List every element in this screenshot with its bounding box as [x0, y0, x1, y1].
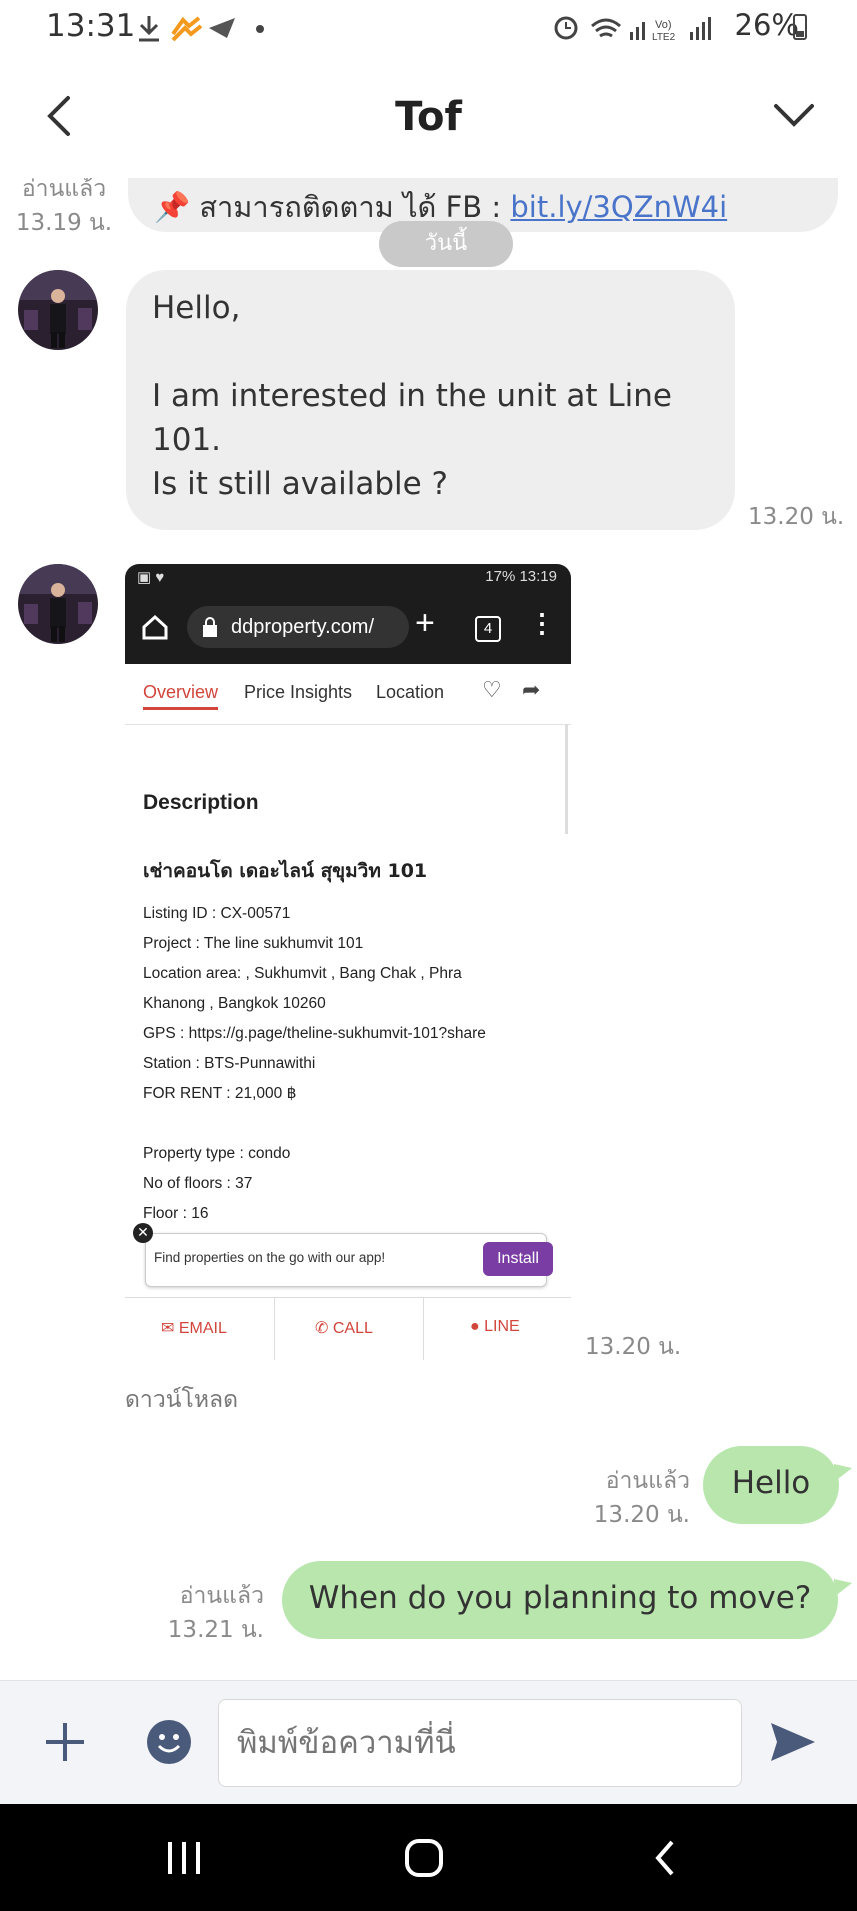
system-nav-bar: [0, 1804, 857, 1911]
battery-percent: 26%: [734, 8, 799, 42]
shot-browser-bar: ▣ ♥ 17% 13:19 ddproperty.com/ + 4 ⋮: [125, 564, 571, 664]
chevron-down-icon[interactable]: [772, 98, 816, 132]
incoming-message-text: Hello, I am interested in the unit at Li…: [152, 290, 672, 502]
recents-icon[interactable]: [164, 1840, 204, 1876]
bubble-tail: [834, 1579, 852, 1597]
chat-title: Tof: [395, 94, 462, 140]
shot-tab: Price Insights: [244, 682, 353, 702]
status-bar: 13:31 Vo) LTE2 26%: [0, 0, 857, 56]
avatar-image: [18, 564, 98, 644]
chat-area[interactable]: อ่านแล้ว 13.19 น. 📌 สามารถติดตาม ได้ FB …: [0, 178, 857, 1680]
system-icons: Vo) LTE2: [554, 16, 711, 43]
battery-icon: [793, 14, 807, 40]
shot-share-icon: ➦: [522, 678, 541, 703]
date-chip: วันนี้: [379, 221, 513, 267]
image-message[interactable]: ▣ ♥ 17% 13:19 ddproperty.com/ + 4 ⋮ Over…: [125, 564, 571, 1360]
shot-url: ddproperty.com/: [187, 606, 409, 648]
outgoing-message-text: When do you planning to move?: [308, 1580, 812, 1616]
shot-heading: Description: [143, 791, 259, 814]
avatar[interactable]: [18, 564, 98, 644]
input-bar: [0, 1680, 857, 1805]
home-icon[interactable]: [404, 1838, 444, 1878]
shot-tabs: Overview Price Insights Location ♡ ➦: [125, 664, 571, 725]
svg-text:Vo): Vo): [655, 19, 672, 31]
shot-tabs-count: 4: [475, 616, 501, 642]
shot-details: Listing ID : CX-00571 Project : The line…: [143, 905, 486, 1222]
shot-actions: ✉ EMAIL ✆ CALL ● LINE: [125, 1297, 571, 1360]
shot-lock-icon: [203, 617, 217, 637]
shot-line: ● LINE: [470, 1318, 520, 1335]
shot-tab: Location: [376, 682, 445, 702]
shot-install-button: Install: [483, 1242, 553, 1276]
shot-scrollbar: [565, 724, 568, 834]
svg-text:LTE2: LTE2: [652, 32, 676, 43]
download-link[interactable]: ดาวน์โหลด: [125, 1382, 238, 1418]
prev-message-meta: อ่านแล้ว 13.19 น.: [15, 178, 113, 236]
emoji-icon[interactable]: [146, 1719, 192, 1765]
outgoing-message-text: Hello: [731, 1465, 811, 1501]
shot-heart-icon: ♡: [482, 678, 502, 703]
image-message-time: 13.20 น.: [585, 1334, 682, 1360]
send-icon[interactable]: [769, 1721, 817, 1763]
status-time: 13:31: [46, 8, 136, 44]
avatar-image: [18, 270, 98, 350]
out1-meta: อ่านแล้ว 13.20 น.: [593, 1468, 690, 1528]
incoming-message-time: 13.20 น.: [748, 504, 845, 530]
nav-back-icon[interactable]: [650, 1838, 680, 1878]
shot-status-left: ▣ ♥: [137, 569, 165, 586]
out2-meta: อ่านแล้ว 13.21 น.: [167, 1583, 264, 1643]
shot-tab: Overview: [143, 682, 219, 710]
shot-thai-title: เช่าคอนโด เดอะไลน์ สุขุมวิท 101: [143, 860, 428, 882]
avatar[interactable]: [18, 270, 98, 350]
shot-call: ✆ CALL: [315, 1320, 373, 1337]
outgoing-message-bubble[interactable]: When do you planning to move?: [282, 1561, 838, 1639]
shot-banner-text: Find properties on the go with our app!: [154, 1250, 386, 1265]
notification-icons: [139, 16, 264, 42]
chat-header: Tof: [0, 56, 857, 179]
outgoing-message-bubble[interactable]: Hello: [703, 1446, 839, 1524]
shot-home-icon: [142, 614, 168, 640]
shot-menu-icon: ⋮: [529, 608, 555, 638]
shot-status: 17% 13:19: [485, 568, 557, 585]
shot-email: ✉ EMAIL: [161, 1320, 227, 1337]
plus-icon[interactable]: [44, 1721, 86, 1763]
message-input[interactable]: [218, 1699, 742, 1787]
shot-plus-icon: +: [415, 604, 435, 642]
shot-close-icon: ✕: [133, 1223, 153, 1243]
prev-message-link[interactable]: bit.ly/3QZnW4i: [510, 190, 727, 224]
incoming-message-bubble[interactable]: Hello, I am interested in the unit at Li…: [126, 270, 735, 530]
bubble-tail: [834, 1464, 852, 1482]
prev-message-text: 📌 สามารถติดตาม ได้ FB :: [154, 190, 511, 224]
shot-app-banner: Find properties on the go with our app! …: [145, 1233, 553, 1287]
